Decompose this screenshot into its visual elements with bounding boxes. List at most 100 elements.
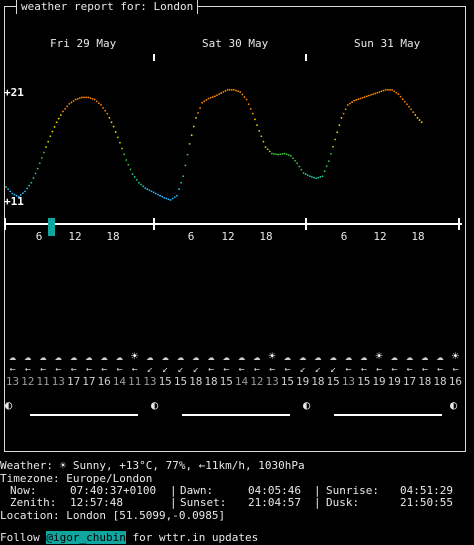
forecast-temperature: 18: [418, 375, 432, 388]
cloud-icon: ☁: [222, 349, 230, 363]
temperature-point: [106, 112, 109, 115]
temperature-point: [26, 187, 28, 190]
temperature-point: [260, 135, 263, 138]
temperature-point: [72, 100, 75, 102]
temperature-point: [380, 90, 383, 93]
wind-arrow-icon: ←: [9, 364, 16, 375]
forecast-temperature: 18: [311, 375, 325, 388]
temperature-point: [121, 147, 123, 150]
cloud-icon: ☁: [161, 349, 169, 363]
temperature-point: [232, 88, 235, 91]
temperature-point: [235, 89, 237, 92]
temperature-point: [315, 177, 318, 180]
temperature-point: [302, 172, 305, 174]
cloud-icon: ☁: [360, 349, 368, 363]
temperature-point: [334, 138, 337, 141]
day-length-bar: [30, 414, 138, 416]
twitter-handle-link[interactable]: @igor_chubin: [46, 531, 126, 544]
temperature-point: [412, 111, 415, 114]
temperature-point: [222, 91, 225, 93]
temperature-point: [28, 184, 31, 187]
wind-arrow-icon: ←: [238, 364, 245, 375]
temperature-point: [17, 195, 20, 198]
cloud-icon: ☁: [85, 349, 93, 363]
forecast-temperature: 13: [265, 375, 279, 388]
temperature-point: [5, 186, 7, 188]
cloud-icon: ☁: [176, 349, 185, 363]
forecast-temperature: 13: [143, 375, 157, 388]
temperature-point: [384, 88, 387, 91]
sun-icon: ☀: [131, 349, 139, 363]
temperature-point: [104, 109, 107, 112]
temperature-point: [336, 131, 339, 134]
forecast-temperature: 17: [66, 375, 81, 388]
temperature-point: [89, 97, 92, 100]
temperature-point: [95, 100, 98, 103]
forecast-temperature: 15: [219, 375, 233, 388]
temperature-point: [87, 96, 90, 99]
x-tick-label: 18: [106, 230, 119, 243]
temperature-point: [332, 145, 334, 148]
temperature-point: [289, 154, 292, 157]
forecast-temperature: 18: [189, 375, 203, 388]
x-tick-label: 6: [36, 230, 43, 243]
temperature-point: [226, 88, 229, 91]
wind-arrow-icon: ↙: [314, 364, 321, 375]
temperature-point: [298, 165, 301, 168]
moon-icon: ◐: [151, 398, 159, 412]
temperature-point: [131, 173, 134, 175]
temperature-point: [397, 93, 400, 96]
temperature-point: [211, 96, 214, 98]
forecast-temperature: 15: [173, 375, 188, 388]
temperature-point: [173, 196, 176, 199]
temperature-point: [277, 153, 280, 156]
forecast-temperature: 19: [296, 375, 310, 388]
wind-arrow-icon: ←: [437, 364, 444, 375]
temperature-point: [410, 108, 413, 111]
x-tick-label: 12: [373, 230, 386, 243]
cloud-icon: ☁: [39, 349, 47, 363]
forecast-temperature: 11: [36, 375, 50, 388]
temperature-point: [55, 121, 58, 124]
temperature-point: [203, 100, 206, 103]
temperature-point: [157, 193, 159, 196]
temperature-point: [129, 168, 132, 171]
x-tick-label: 6: [188, 230, 195, 243]
wind-arrow-icon: ←: [24, 364, 31, 375]
temperature-point: [292, 157, 294, 160]
temperature-point: [351, 101, 353, 103]
cloud-icon: ☁: [24, 349, 32, 363]
wind-arrow-icon: ↙: [330, 364, 337, 375]
temperature-point: [133, 176, 136, 178]
wind-arrow-icon: ←: [85, 364, 92, 375]
wind-arrow-icon: ←: [55, 364, 62, 375]
cloud-icon: ☁: [299, 349, 307, 363]
temperature-point: [152, 191, 155, 194]
wind-arrow-icon: ←: [223, 364, 230, 375]
temperature-point: [159, 194, 161, 197]
temperature-point: [327, 160, 330, 163]
temperature-point: [184, 164, 187, 167]
temperature-point: [108, 117, 111, 119]
temperature-point: [9, 190, 12, 193]
temperature-point: [38, 162, 41, 165]
temperature-point: [365, 95, 368, 98]
cloud-icon: ☁: [237, 349, 246, 363]
temperature-point: [216, 94, 218, 97]
temperature-point: [416, 117, 419, 119]
wind-arrow-icon: ←: [207, 364, 215, 375]
temperature-point: [125, 159, 128, 161]
temperature-point: [119, 141, 121, 144]
wind-arrow-icon: ←: [421, 364, 428, 375]
temperature-point: [273, 153, 275, 155]
temperature-point: [97, 102, 100, 105]
forecast-temperature: 11: [128, 375, 142, 388]
wind-arrow-icon: ←: [269, 364, 276, 375]
forecast-temperature: 15: [357, 375, 371, 388]
current-weather: ☀ Sunny, +13°C, 77%, ←11km/h, 1030hPa: [59, 459, 305, 472]
temperature-point: [264, 146, 267, 148]
cloud-icon: ☁: [253, 349, 261, 363]
wind-arrow-icon: ↙: [299, 364, 306, 375]
temperature-point: [317, 176, 320, 179]
temperature-point: [21, 192, 24, 195]
